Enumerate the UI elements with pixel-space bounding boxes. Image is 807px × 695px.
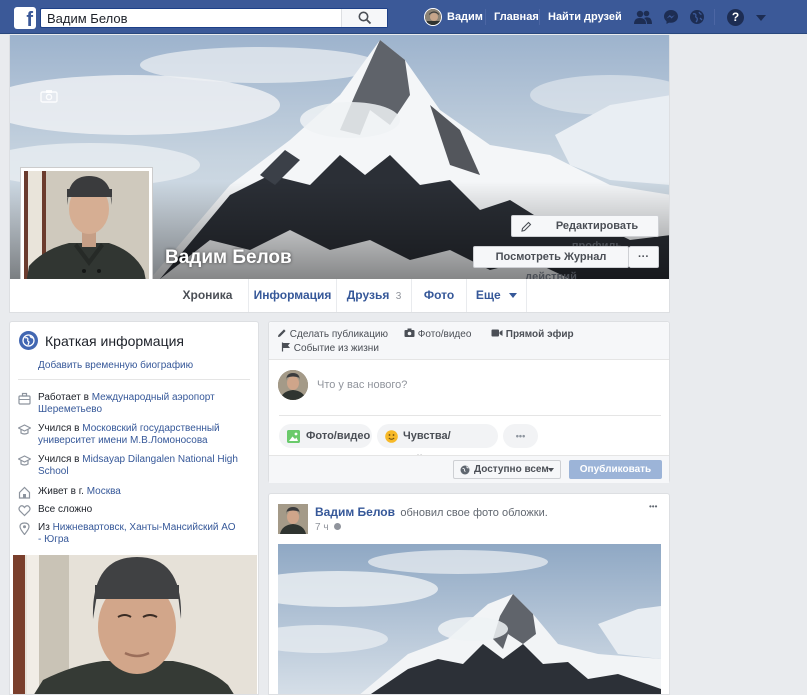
profile-link[interactable]: Вадим bbox=[447, 11, 483, 23]
home-link[interactable]: Главная bbox=[494, 11, 539, 23]
location-pin-icon bbox=[19, 522, 30, 535]
home-icon bbox=[18, 486, 31, 499]
nav-divider bbox=[485, 9, 486, 25]
composer-avatar bbox=[278, 370, 308, 400]
work-prefix: Работает в bbox=[38, 392, 92, 403]
tab-photos[interactable]: Фото bbox=[412, 279, 467, 312]
live-video-label: Прямой эфир bbox=[505, 329, 574, 340]
public-globe-icon bbox=[334, 523, 342, 530]
add-bio-link[interactable]: Добавить временную биографию bbox=[38, 360, 193, 371]
publish-button[interactable]: Опубликовать bbox=[569, 460, 662, 479]
audience-selector[interactable]: Доступно всем bbox=[453, 460, 561, 479]
graduation-cap-icon bbox=[18, 455, 31, 466]
lives-prefix: Живет в г. bbox=[38, 486, 87, 497]
graduation-cap-icon bbox=[18, 424, 31, 435]
avatar-image bbox=[425, 9, 441, 25]
flag-icon bbox=[281, 342, 290, 352]
pencil-icon bbox=[278, 329, 286, 337]
post-time: 7 ч bbox=[315, 522, 329, 533]
chevron-down-icon bbox=[548, 468, 554, 472]
featured-photo-image bbox=[13, 555, 257, 694]
more-options-button[interactable]: ··· bbox=[629, 246, 659, 268]
search-button[interactable] bbox=[341, 9, 387, 27]
post-cover-photo[interactable] bbox=[278, 544, 661, 694]
intro-title: Краткая информация bbox=[45, 333, 184, 349]
globe-icon bbox=[460, 465, 470, 475]
briefcase-icon bbox=[18, 392, 31, 405]
camera-icon bbox=[404, 328, 415, 337]
activity-log-button[interactable]: Посмотреть Журнал действий bbox=[473, 246, 629, 283]
facebook-logo-icon[interactable]: f bbox=[14, 7, 36, 29]
audience-label: Доступно всем bbox=[474, 464, 549, 475]
feeling-activity-pill[interactable]: Чувства/действия bbox=[377, 424, 498, 466]
account-menu-icon[interactable] bbox=[756, 15, 766, 21]
pencil-icon bbox=[521, 221, 532, 232]
create-post-tab[interactable]: Сделать публикацию bbox=[277, 328, 388, 340]
photo-icon bbox=[287, 430, 300, 443]
chevron-down-icon bbox=[509, 293, 518, 299]
featured-photo[interactable] bbox=[13, 555, 257, 694]
friend-requests-icon[interactable] bbox=[634, 9, 652, 25]
post-action-text: обновил свое фото обложки. bbox=[400, 507, 548, 519]
tab-more[interactable]: Еще bbox=[467, 279, 527, 312]
nav-divider bbox=[714, 9, 715, 25]
profile-tabs: Хроника Информация Друзья 3 Фото Еще bbox=[9, 279, 670, 313]
divider bbox=[18, 379, 250, 380]
intro-card: Краткая информация Добавить временную би… bbox=[9, 321, 259, 695]
live-video-tab[interactable]: Прямой эфир bbox=[491, 328, 574, 340]
timeline-post: Вадим Белов обновил свое фото обложки. 7… bbox=[268, 493, 670, 695]
post-composer: Сделать публикацию Фото/видео Прямой эфи… bbox=[268, 321, 670, 483]
relationship-status: Все сложно bbox=[38, 504, 93, 515]
friends-count: 3 bbox=[395, 291, 402, 302]
search-icon bbox=[358, 11, 372, 25]
help-icon[interactable]: ? bbox=[727, 9, 744, 26]
profile-name[interactable]: Вадим Белов bbox=[165, 247, 292, 269]
smiley-icon bbox=[385, 430, 398, 443]
camera-icon[interactable] bbox=[40, 89, 58, 103]
user-avatar[interactable] bbox=[424, 8, 442, 26]
post-timestamp[interactable]: 7 ч bbox=[315, 522, 342, 533]
photo-video-tab[interactable]: Фото/видео bbox=[404, 328, 471, 340]
photo-video-pill-label: Фото/видео bbox=[306, 430, 371, 442]
tab-friends-label: Друзья bbox=[346, 288, 390, 302]
divider bbox=[279, 415, 661, 416]
mountain-post-image bbox=[278, 544, 661, 694]
post-author-link[interactable]: Вадим Белов bbox=[315, 505, 395, 519]
post-menu-button[interactable]: ••• bbox=[649, 502, 657, 511]
edit-profile-button[interactable]: Редактировать профиль bbox=[511, 215, 659, 252]
from-prefix: Из bbox=[38, 522, 53, 533]
life-event-label: Событие из жизни bbox=[293, 343, 379, 354]
tab-timeline[interactable]: Хроника bbox=[167, 279, 249, 312]
nav-divider bbox=[539, 9, 540, 25]
top-navigation-bar: f Вадим Главная Найти друзей bbox=[0, 0, 807, 34]
hometown-link[interactable]: Нижневартовск, Ханты-Мансийский АО - Югр… bbox=[38, 522, 236, 545]
lives-place-link[interactable]: Москва bbox=[87, 486, 121, 497]
search-input[interactable] bbox=[47, 10, 347, 26]
photo-video-pill[interactable]: Фото/видео bbox=[279, 424, 372, 448]
post-author-avatar[interactable] bbox=[278, 504, 308, 534]
heart-icon bbox=[18, 505, 31, 517]
tab-friends[interactable]: Друзья 3 bbox=[337, 279, 412, 312]
search-box bbox=[40, 8, 388, 28]
find-friends-link[interactable]: Найти друзей bbox=[548, 11, 622, 23]
life-event-tab[interactable]: Событие из жизни bbox=[281, 342, 379, 354]
messenger-icon[interactable] bbox=[663, 9, 679, 25]
globe-icon bbox=[19, 331, 38, 350]
edu1-prefix: Учился в bbox=[38, 423, 83, 434]
post-header: Вадим Белов обновил свое фото обложки. bbox=[315, 505, 548, 519]
tab-about[interactable]: Информация bbox=[249, 279, 337, 312]
create-post-label: Сделать публикацию bbox=[289, 329, 389, 340]
photo-video-label: Фото/видео bbox=[417, 329, 472, 340]
more-options-pill[interactable]: ••• bbox=[503, 424, 538, 448]
profile-photo-image bbox=[24, 171, 149, 296]
composer-input[interactable]: Что у вас нового? bbox=[317, 379, 407, 391]
tab-more-label: Еще bbox=[475, 288, 501, 302]
notifications-globe-icon[interactable] bbox=[689, 9, 705, 25]
video-camera-icon bbox=[491, 329, 503, 337]
edu2-prefix: Учился в bbox=[38, 454, 83, 465]
